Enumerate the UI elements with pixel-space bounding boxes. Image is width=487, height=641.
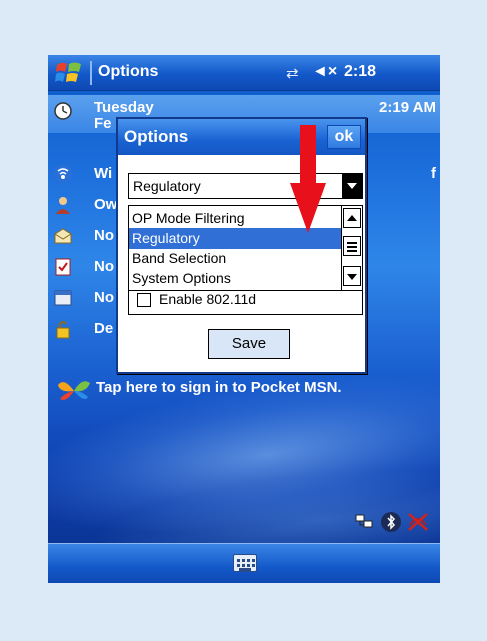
scroll-up-button[interactable] [343, 208, 361, 228]
bluetooth-tray-icon[interactable] [380, 511, 402, 533]
today-row-label: No [94, 227, 114, 244]
title-separator [90, 61, 92, 85]
msn-sign-in-text: Tap here to sign in to Pocket MSN. [96, 379, 342, 396]
today-row-label: No [94, 258, 114, 275]
volume-icon[interactable]: ◄× [312, 63, 337, 81]
menu-bar [48, 543, 440, 583]
today-time: 2:19 AM [379, 99, 436, 116]
category-dropdown-list: OP Mode Filtering Regulatory Band Select… [128, 205, 363, 291]
dialog-body: Regulatory OP Mode Filtering Regulatory … [118, 155, 365, 372]
dropdown-item-band-selection[interactable]: Band Selection [129, 248, 341, 269]
today-row-label: De [94, 320, 114, 337]
clock-icon [54, 102, 72, 120]
scroll-thumb[interactable] [343, 236, 361, 256]
scroll-down-button[interactable] [343, 266, 361, 286]
lock-icon [56, 321, 70, 339]
connection-icon[interactable]: ⇄ [286, 64, 299, 82]
dialog-title: Options [124, 127, 189, 146]
title-bar: Options ⇄ ◄× 2:18 [48, 55, 440, 91]
options-dialog: Options ok Regulatory OP Mode Filtering … [116, 117, 367, 374]
today-row-right: f [431, 165, 436, 182]
owner-icon [56, 197, 70, 214]
tasks-icon [55, 258, 71, 276]
today-row-label: Wi [94, 165, 113, 182]
dropdown-scrollbar[interactable] [341, 206, 362, 290]
today-row-label: Ow [94, 196, 118, 213]
today-row-msn[interactable]: Tap here to sign in to Pocket MSN. [48, 373, 440, 403]
category-combobox[interactable]: Regulatory [128, 173, 363, 199]
start-menu-icon[interactable] [54, 59, 84, 87]
option-groupbox: Enable 802.11d [128, 289, 363, 315]
pocketpc-screen: Options ⇄ ◄× 2:18 Tuesday Fe 2:19 AM Wi … [48, 55, 440, 583]
enable-80211d-label: Enable 802.11d [159, 291, 257, 307]
save-button[interactable]: Save [208, 329, 290, 359]
network-tray-icon[interactable] [354, 511, 374, 531]
day-label: Tuesday [94, 99, 154, 116]
ok-button[interactable]: ok [327, 125, 361, 149]
device-frame: Options ⇄ ◄× 2:18 Tuesday Fe 2:19 AM Wi … [0, 0, 487, 641]
red-arrow-annotation-icon [290, 125, 326, 233]
inbox-icon [54, 228, 72, 244]
dialog-title-bar: Options ok [118, 119, 365, 155]
window-title: Options [98, 63, 159, 80]
date-label: Fe [94, 115, 112, 132]
wireless-off-tray-icon[interactable] [406, 511, 430, 533]
enable-80211d-checkbox[interactable] [137, 293, 151, 307]
chevron-down-icon[interactable] [342, 174, 362, 198]
calendar-icon [54, 290, 72, 306]
wireless-icon [54, 165, 72, 183]
today-row-label: No [94, 289, 114, 306]
keyboard-icon[interactable] [233, 554, 257, 572]
dropdown-item-system-options[interactable]: System Options [129, 268, 341, 289]
msn-butterfly-icon [58, 381, 90, 400]
combo-value: Regulatory [133, 178, 201, 194]
clock[interactable]: 2:18 [344, 63, 376, 81]
